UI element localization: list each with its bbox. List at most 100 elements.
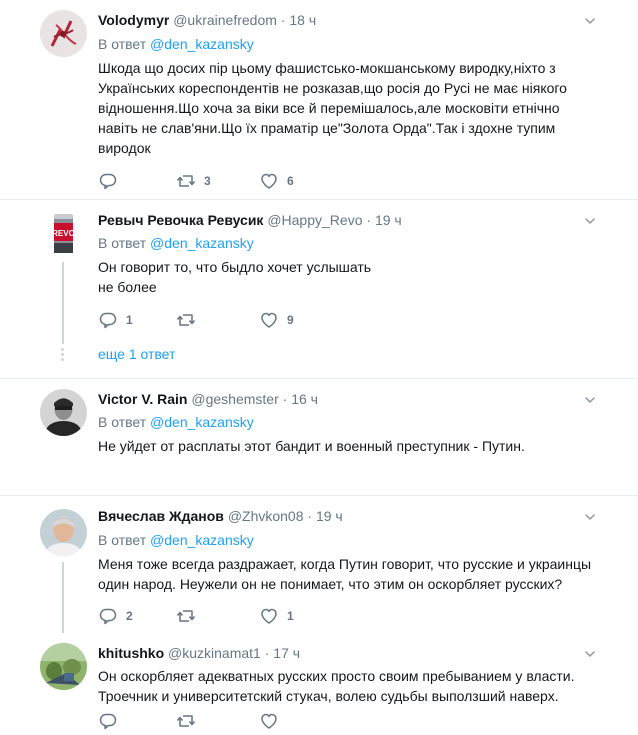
reply-button[interactable]: 2 xyxy=(98,606,133,626)
tweet-text-line: навіть не слав'яни.Що їх праматір це"Зол… xyxy=(98,120,556,136)
user-handle[interactable]: @kuzkinamat1 xyxy=(168,645,261,661)
retweet-button[interactable] xyxy=(176,711,204,731)
tweet-header: Victor V. Rain @geshemster · 16 ч xyxy=(98,390,318,408)
retweet-button[interactable]: 3 xyxy=(176,171,211,191)
retweet-icon xyxy=(176,310,196,330)
tweet-header: Ревыч Ревочка Ревусик @Happy_Revo · 19 ч xyxy=(98,211,402,229)
separator-dot: · xyxy=(282,391,288,407)
reply-to-link[interactable]: @den_kazansky xyxy=(150,414,254,430)
like-count: 1 xyxy=(287,609,294,623)
retweet-count: 3 xyxy=(204,174,211,188)
show-more-replies-link[interactable]: еще 1 ответ xyxy=(98,346,175,362)
tweet[interactable]: Volodymyr @ukrainefredom · 18 ч В ответ … xyxy=(0,0,638,199)
timestamp[interactable]: 19 ч xyxy=(316,508,343,524)
tweet-text: Он оскорбляет адекватных русских просто … xyxy=(98,666,598,706)
display-name[interactable]: Volodymyr xyxy=(98,12,169,28)
separator-dot: · xyxy=(280,12,286,28)
timestamp[interactable]: 19 ч xyxy=(375,212,402,228)
tweet-text-line: один народ. Неужели он не понимает, что … xyxy=(98,576,563,592)
reply-icon xyxy=(98,171,118,191)
thread-dot xyxy=(61,353,64,356)
timestamp[interactable]: 18 ч xyxy=(289,12,316,28)
tweet-header: khitushko @kuzkinamat1 · 17 ч xyxy=(98,644,300,662)
retweet-button[interactable] xyxy=(176,606,204,626)
thread-dot xyxy=(61,358,64,361)
display-name[interactable]: Вячеслав Жданов xyxy=(98,508,224,524)
chevron-down-icon[interactable] xyxy=(584,648,596,660)
reply-prefix: В ответ xyxy=(98,235,147,251)
reply-prefix: В ответ xyxy=(98,36,147,52)
tweet[interactable]: Victor V. Rain @geshemster · 16 ч В отве… xyxy=(0,379,638,495)
tweet[interactable]: Вячеслав Жданов @Zhvkon08 · 19 ч В ответ… xyxy=(0,496,638,633)
thread-line xyxy=(62,262,64,344)
user-handle[interactable]: @Zhvkon08 xyxy=(228,508,304,524)
tweet[interactable]: REVO Ревыч Ревочка Ревусик @Happy_Revo ·… xyxy=(0,200,638,378)
avatar[interactable] xyxy=(40,509,87,556)
chevron-down-icon[interactable] xyxy=(584,394,596,406)
heart-icon xyxy=(259,606,279,626)
reply-count: 2 xyxy=(126,609,133,623)
tweet-header: Вячеслав Жданов @Zhvkon08 · 19 ч xyxy=(98,507,343,525)
tweet-text-line: Не уйдет от расплаты этот бандит и военн… xyxy=(98,438,525,454)
display-name[interactable]: Victor V. Rain xyxy=(98,391,187,407)
like-button[interactable]: 1 xyxy=(259,606,294,626)
avatar[interactable]: REVO xyxy=(40,210,87,257)
tweet-text-line: Меня тоже всегда раздражает, когда Путин… xyxy=(98,556,592,572)
timestamp[interactable]: 17 ч xyxy=(273,645,300,661)
chevron-down-icon[interactable] xyxy=(584,215,596,227)
separator-dot: · xyxy=(366,212,372,228)
tweet-text-line: Шкода що досих пір цьому фашистсько-мокш… xyxy=(98,60,556,76)
reply-context: В ответ @den_kazansky xyxy=(98,35,254,53)
tweet-header: Volodymyr @ukrainefredom · 18 ч xyxy=(98,11,316,29)
user-handle[interactable]: @ukrainefredom xyxy=(173,12,277,28)
reply-prefix: В ответ xyxy=(98,414,147,430)
avatar[interactable] xyxy=(40,389,87,436)
tweet-text: Меня тоже всегда раздражает, когда Путин… xyxy=(98,554,598,594)
heart-icon xyxy=(259,310,279,330)
separator-dot: · xyxy=(307,508,313,524)
like-button[interactable]: 9 xyxy=(259,310,294,330)
avatar[interactable] xyxy=(40,643,87,690)
display-name[interactable]: khitushko xyxy=(98,645,164,661)
tweet-text: Не уйдет от расплаты этот бандит и военн… xyxy=(98,436,598,456)
svg-text:REVO: REVO xyxy=(52,229,75,238)
reply-to-link[interactable]: @den_kazansky xyxy=(150,235,254,251)
reply-prefix: В ответ xyxy=(98,532,147,548)
reply-context: В ответ @den_kazansky xyxy=(98,531,254,549)
reply-to-link[interactable]: @den_kazansky xyxy=(150,532,254,548)
reply-icon xyxy=(98,711,118,731)
user-handle[interactable]: @Happy_Revo xyxy=(267,212,362,228)
reply-icon xyxy=(98,310,118,330)
tweet-text-line: не более xyxy=(98,279,157,295)
retweet-icon xyxy=(176,171,196,191)
reply-count: 1 xyxy=(126,313,133,327)
tweet-text-line: Українських кореспондентів не розказав,щ… xyxy=(98,80,567,96)
tweet[interactable]: khitushko @kuzkinamat1 · 17 ч Он оскорбл… xyxy=(0,633,638,735)
like-count: 9 xyxy=(287,313,294,327)
tweet-text-line: Троечник и университетский стукач, волею… xyxy=(98,688,559,704)
tweet-text-line: Он говорит то, что быдло хочет услышать xyxy=(98,259,372,275)
reply-button[interactable] xyxy=(98,171,126,191)
timestamp[interactable]: 16 ч xyxy=(291,391,318,407)
like-button[interactable]: 6 xyxy=(259,171,294,191)
display-name[interactable]: Ревыч Ревочка Ревусик xyxy=(98,212,263,228)
avatar[interactable] xyxy=(40,10,87,57)
reply-button[interactable]: 1 xyxy=(98,310,133,330)
tweet-text: Шкода що досих пір цьому фашистсько-мокш… xyxy=(98,58,598,158)
tweet-text-line: Он оскорбляет адекватных русских просто … xyxy=(98,668,575,684)
reply-context: В ответ @den_kazansky xyxy=(98,413,254,431)
chevron-down-icon[interactable] xyxy=(584,15,596,27)
reply-to-link[interactable]: @den_kazansky xyxy=(150,36,254,52)
thread-dot xyxy=(61,348,64,351)
reply-button[interactable] xyxy=(98,711,126,731)
reply-context: В ответ @den_kazansky xyxy=(98,234,254,252)
user-handle[interactable]: @geshemster xyxy=(191,391,278,407)
tweet-text-line: виродок xyxy=(98,140,151,156)
like-count: 6 xyxy=(287,174,294,188)
thread-line xyxy=(62,562,64,633)
retweet-icon xyxy=(176,606,196,626)
retweet-button[interactable] xyxy=(176,310,204,330)
chevron-down-icon[interactable] xyxy=(584,511,596,523)
like-button[interactable] xyxy=(259,711,287,731)
heart-icon xyxy=(259,711,279,731)
